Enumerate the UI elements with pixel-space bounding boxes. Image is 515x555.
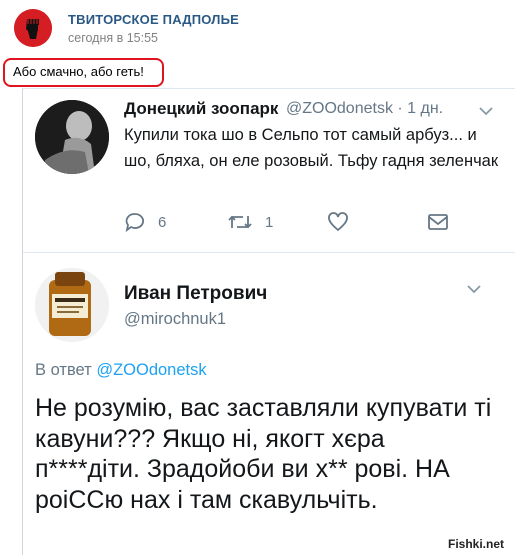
tweet1-display-name[interactable]: Донецкий зоопарк <box>124 99 278 119</box>
tweet1-avatar[interactable] <box>35 100 109 174</box>
watermark: Fishki.net <box>448 537 505 551</box>
post-timestamp[interactable]: сегодня в 15:55 <box>68 31 158 45</box>
chevron-down-icon[interactable] <box>466 282 482 296</box>
message-action[interactable] <box>427 210 449 234</box>
retweet-action[interactable]: 1 <box>227 210 273 234</box>
reply-count: 6 <box>158 213 167 231</box>
tweet2-display-name[interactable]: Иван Петрович <box>124 283 267 305</box>
retweet-count: 1 <box>265 213 274 231</box>
reply-context: В ответ @ZOOdonetsk <box>35 361 207 380</box>
group-name[interactable]: ТВИТОРСКОЕ ПАДПОЛЬЕ <box>68 12 239 27</box>
message-icon <box>428 214 448 230</box>
tweet1-actions: 6 1 <box>124 210 464 234</box>
chevron-down-icon[interactable] <box>478 104 494 118</box>
reply-handle-link[interactable]: @ZOOdonetsk <box>96 361 206 379</box>
tweet1-text: Купили тока шо в Сельпо тот самый арбуз.… <box>124 126 499 170</box>
raised-fist-icon <box>14 9 52 47</box>
like-action[interactable] <box>327 210 349 234</box>
tweet2-handle[interactable]: @mirochnuk1 <box>124 310 226 329</box>
group-avatar[interactable] <box>14 9 52 47</box>
tweet2-text: Не розумію, вас заставляли купувати ті к… <box>35 394 492 514</box>
tweet-divider <box>23 252 515 253</box>
reply-action[interactable]: 6 <box>124 210 166 234</box>
like-icon <box>328 212 348 232</box>
post-header: ТВИТОРСКОЕ ПАДПОЛЬЕ сегодня в 15:55 <box>0 0 515 56</box>
post-text: Або смачно, або геть! <box>13 64 144 79</box>
tweet2-avatar[interactable] <box>35 268 109 342</box>
reply-icon <box>125 213 144 233</box>
tweet1-handle-time[interactable]: @ZOOdonetsk · 1 дн. <box>286 100 443 118</box>
reply-prefix: В ответ <box>35 361 92 379</box>
retweet-icon <box>228 215 252 229</box>
